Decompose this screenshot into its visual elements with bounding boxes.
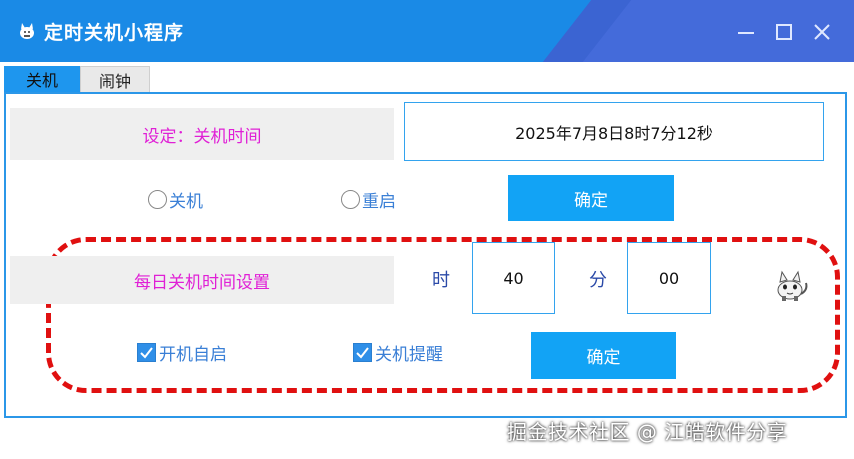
shutdown-time-display: 2025年7月8日8时7分12秒 — [404, 102, 824, 161]
close-icon[interactable] — [808, 18, 836, 46]
minimize-icon[interactable] — [732, 18, 760, 46]
maximize-icon[interactable] — [770, 18, 798, 46]
window-title: 定时关机小程序 — [44, 22, 185, 44]
cat-icon — [777, 270, 808, 301]
tab-bar: 关机 闹钟 — [0, 62, 854, 92]
checkmark-icon[interactable] — [353, 342, 372, 362]
remind-label: 关机提醒 — [375, 344, 443, 365]
radio-restart[interactable]: 重启 — [341, 188, 396, 212]
minute-unit-label: 分 — [589, 270, 607, 291]
radio-shutdown-label: 关机 — [169, 191, 203, 212]
radio-shutdown[interactable]: 关机 — [148, 188, 203, 212]
radio-circle-icon[interactable] — [341, 189, 360, 209]
radio-restart-label: 重启 — [362, 191, 396, 212]
hour-unit-label: 时 — [432, 270, 450, 291]
confirm-shutdown-button[interactable]: 确定 — [508, 175, 674, 221]
cat-icon — [20, 23, 34, 39]
remind-checkbox[interactable]: 关机提醒 — [353, 340, 443, 365]
autostart-label: 开机自启 — [159, 344, 227, 365]
watermark-text: 掘金技术社区 @ 江皓软件分享 — [507, 420, 788, 444]
autostart-checkbox[interactable]: 开机自启 — [137, 340, 227, 365]
hour-input[interactable]: 40 — [472, 242, 555, 314]
daily-shutdown-label: 每日关机时间设置 — [10, 256, 394, 304]
title-bar: 定时关机小程序 — [0, 0, 854, 62]
confirm-daily-button[interactable]: 确定 — [531, 332, 676, 379]
checkmark-icon[interactable] — [137, 342, 156, 362]
tab-alarm[interactable]: 闹钟 — [80, 66, 150, 92]
tab-shutdown[interactable]: 关机 — [4, 66, 80, 92]
shutdown-time-label: 设定：关机时间 — [10, 108, 394, 160]
radio-circle-icon[interactable] — [148, 189, 167, 209]
minute-input[interactable]: 00 — [627, 242, 711, 314]
